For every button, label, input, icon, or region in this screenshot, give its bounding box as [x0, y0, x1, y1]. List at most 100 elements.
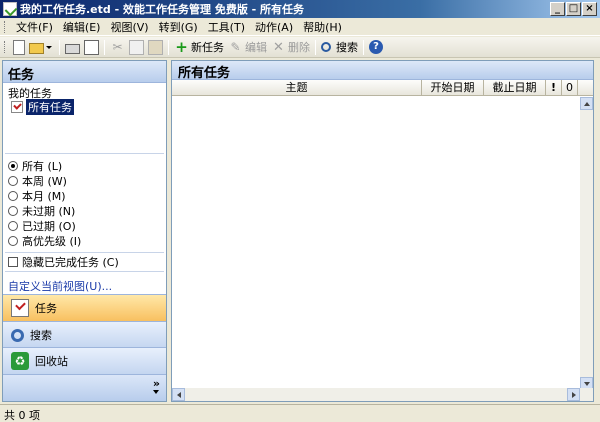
arrow-down-icon	[584, 382, 590, 386]
task-list[interactable]	[172, 97, 593, 390]
nav-label: 任务	[35, 302, 57, 315]
right-pane-header: 所有任务	[172, 61, 593, 81]
window-title: 我的工作任务.etd - 效能工作任务管理 免费版 - 所有任务	[20, 3, 305, 16]
customize-view-link[interactable]: 自定义当前视图(U)...	[3, 272, 166, 294]
help-icon: ?	[369, 40, 383, 54]
hide-completed-checkbox[interactable]	[8, 257, 18, 267]
vertical-scrollbar[interactable]	[580, 97, 593, 390]
open-button[interactable]	[27, 38, 56, 56]
filter-label: 本周 (W)	[22, 174, 67, 188]
search-label: 搜索	[336, 41, 358, 54]
edit-button[interactable]: ✎ 编辑	[226, 38, 269, 56]
configure-arrow-icon[interactable]	[153, 390, 159, 394]
recycle-icon: ♻	[11, 352, 29, 370]
filter-label: 已过期 (O)	[22, 219, 76, 233]
print-preview-icon	[84, 39, 99, 55]
maximize-button[interactable]: □	[566, 2, 581, 16]
nav-label: 回收站	[35, 355, 68, 368]
search-icon	[11, 328, 24, 342]
radio-button[interactable]	[8, 205, 18, 216]
new-file-icon	[13, 39, 25, 55]
toolbar-grip[interactable]	[4, 41, 7, 53]
nav-recycle-bin-button[interactable]: ♻ 回收站	[3, 347, 166, 374]
new-task-button[interactable]: + 新任务	[172, 38, 226, 56]
menu-file[interactable]: 文件(F)	[11, 19, 58, 35]
minimize-button[interactable]: _	[550, 2, 565, 16]
scroll-left-button[interactable]	[172, 388, 185, 401]
paste-button[interactable]	[146, 38, 165, 56]
new-file-button[interactable]	[11, 38, 27, 56]
dropdown-arrow-icon	[46, 45, 52, 49]
nav-search-button[interactable]: 搜索	[3, 321, 166, 348]
column-start-date[interactable]: 开始日期	[422, 80, 484, 96]
tree-item-all-tasks[interactable]: 所有任务	[3, 99, 166, 115]
nav-tasks-button[interactable]: 任务	[3, 294, 166, 321]
column-subject[interactable]: 主题	[172, 80, 422, 96]
filter-label: 所有 (L)	[22, 159, 63, 173]
delete-button[interactable]: ✕ 删除	[269, 38, 312, 56]
search-button[interactable]: 搜索	[319, 38, 360, 56]
arrow-left-icon	[177, 392, 181, 398]
toolbar: ✂ + 新任务 ✎ 编辑 ✕ 删除 搜索 ?	[0, 37, 600, 58]
hide-completed-option[interactable]: 隐藏已完成任务 (C)	[3, 253, 166, 271]
column-priority[interactable]: !	[546, 80, 562, 96]
plus-icon: +	[175, 37, 188, 56]
delete-label: 删除	[288, 41, 310, 54]
nav-label: 搜索	[30, 329, 52, 342]
new-task-label: 新任务	[191, 41, 224, 54]
scissors-icon: ✂	[112, 39, 123, 54]
tree-item-label: 所有任务	[26, 99, 74, 115]
toolbar-separator	[104, 39, 105, 55]
window-controls: _ □ ×	[550, 2, 597, 16]
help-button[interactable]: ?	[367, 38, 385, 56]
scroll-right-button[interactable]	[567, 388, 580, 401]
close-button[interactable]: ×	[582, 2, 597, 16]
left-pane: 任务 我的任务 所有任务 所有 (L) 本周 (W) 本月 (M) 未过期 (N…	[2, 60, 167, 402]
column-attachment[interactable]: 0	[562, 80, 578, 96]
filter-not-expired[interactable]: 未过期 (N)	[8, 203, 166, 218]
horizontal-scrollbar[interactable]	[172, 388, 593, 401]
task-icon	[11, 299, 29, 317]
radio-button[interactable]	[8, 235, 18, 246]
menu-edit[interactable]: 编辑(E)	[58, 19, 106, 35]
radio-button[interactable]	[8, 160, 18, 171]
task-list-icon	[11, 101, 23, 113]
radio-button[interactable]	[8, 190, 18, 201]
column-due-date[interactable]: 截止日期	[484, 80, 546, 96]
filter-this-week[interactable]: 本周 (W)	[8, 173, 166, 188]
print-button[interactable]	[63, 38, 82, 56]
hide-completed-label: 隐藏已完成任务 (C)	[22, 256, 119, 269]
cut-button[interactable]: ✂	[108, 38, 127, 56]
toolbar-separator	[168, 39, 169, 55]
copy-button[interactable]	[127, 38, 146, 56]
toolbar-separator	[363, 39, 364, 55]
search-icon	[321, 42, 331, 52]
my-tasks-label: 我的任务	[8, 87, 52, 100]
scroll-up-button[interactable]	[580, 97, 593, 110]
printer-icon	[65, 44, 80, 54]
menu-actions[interactable]: 动作(A)	[250, 19, 298, 35]
right-pane: 所有任务 主题 开始日期 截止日期 ! 0	[171, 60, 594, 402]
radio-button[interactable]	[8, 220, 18, 231]
menu-go[interactable]: 转到(G)	[154, 19, 203, 35]
arrow-right-icon	[572, 392, 576, 398]
arrow-up-icon	[584, 102, 590, 106]
menubar-grip[interactable]	[4, 20, 7, 33]
filter-this-month[interactable]: 本月 (M)	[8, 188, 166, 203]
folder-open-icon	[29, 43, 44, 54]
title-bar: 我的工作任务.etd - 效能工作任务管理 免费版 - 所有任务 _ □ ×	[0, 0, 600, 18]
filter-expired[interactable]: 已过期 (O)	[8, 218, 166, 233]
menu-view[interactable]: 视图(V)	[105, 19, 153, 35]
filter-all[interactable]: 所有 (L)	[8, 158, 166, 173]
print-preview-button[interactable]	[82, 38, 101, 56]
menu-help[interactable]: 帮助(H)	[298, 19, 347, 35]
pencil-icon: ✎	[230, 39, 241, 54]
filter-high-priority[interactable]: 高优先级 (I)	[8, 233, 166, 248]
radio-button[interactable]	[8, 175, 18, 186]
status-bar: 共 0 项	[0, 404, 600, 422]
nav-footer: »	[3, 374, 166, 401]
menu-tools[interactable]: 工具(T)	[203, 19, 250, 35]
filter-label: 未过期 (N)	[22, 204, 76, 218]
more-chevron-icon[interactable]: »	[153, 377, 160, 390]
